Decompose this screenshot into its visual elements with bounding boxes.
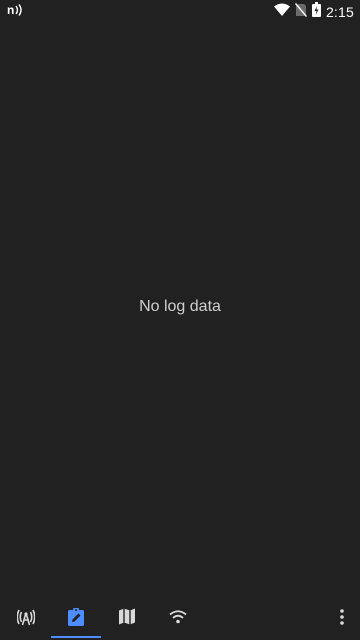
status-bar: n 2:15 [0, 0, 360, 24]
tab-log[interactable] [51, 598, 101, 640]
nfc-icon: n [7, 3, 29, 22]
status-right: 2:15 [273, 2, 354, 22]
svg-text:n: n [7, 3, 14, 17]
bottom-nav [0, 598, 360, 640]
tab-wifi[interactable] [153, 598, 203, 640]
tab-map[interactable] [102, 598, 152, 640]
empty-log-message: No log data [139, 298, 221, 315]
cell-tower-icon [16, 608, 36, 631]
battery-icon [311, 2, 321, 22]
map-icon [119, 608, 135, 630]
status-left: n [7, 3, 29, 21]
more-vert-icon [339, 608, 345, 630]
clipboard-edit-icon [68, 607, 84, 631]
wifi-icon [169, 609, 187, 629]
tab-cell-tower[interactable] [1, 598, 51, 640]
wifi-icon [273, 3, 290, 21]
overflow-menu-button[interactable] [330, 598, 354, 640]
status-time: 2:15 [325, 4, 354, 20]
no-sim-icon [294, 2, 307, 22]
